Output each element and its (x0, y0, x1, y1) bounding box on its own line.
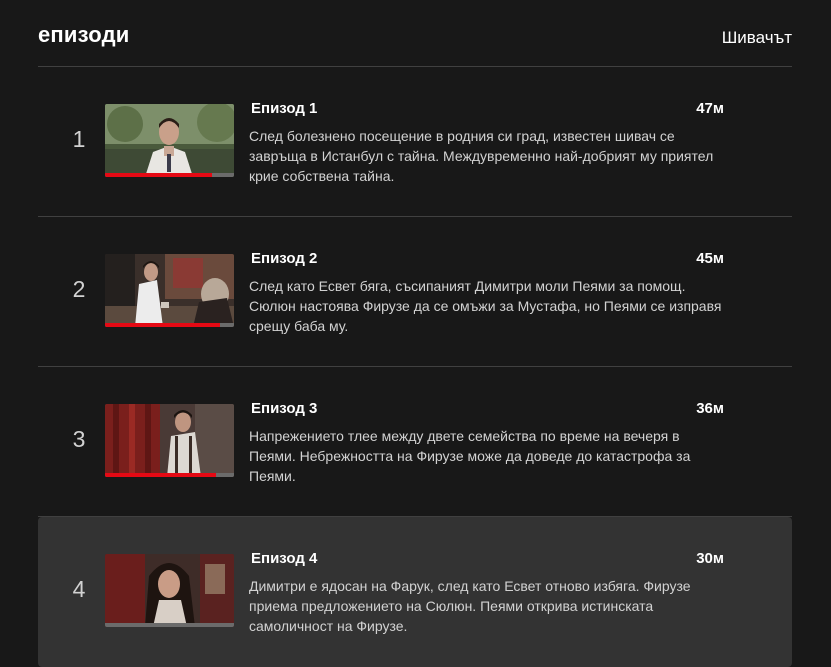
episode-progress-fill (105, 473, 216, 477)
episode-title: Епизод 2 (251, 250, 318, 267)
episode-4-image (105, 554, 234, 627)
episodes-header: епизоди Шивачът (38, 20, 792, 66)
episode-title: Епизод 3 (251, 400, 318, 417)
episodes-title: епизоди (38, 22, 130, 47)
episode-thumbnail[interactable] (105, 404, 234, 477)
episode-progress-track (105, 473, 234, 477)
episode-1-image (105, 104, 234, 177)
episode-item-3[interactable]: 3 Епизод 3 36м Напрежението тлее между д… (38, 367, 792, 517)
episode-description: Напрежението тлее между двете семейства … (249, 428, 691, 484)
episode-progress-track (105, 623, 234, 627)
episode-item-1[interactable]: 1 Епизод 1 47м След болезнено посещение … (38, 67, 792, 217)
episode-progress-fill (105, 173, 213, 177)
episode-3-image (105, 404, 234, 477)
show-name: Шивачът (721, 28, 792, 47)
episode-progress-track (105, 323, 234, 327)
episode-progress-track (105, 173, 234, 177)
episode-item-4[interactable]: 4 Епизод 4 30м Димитри е ядосан на Фарук… (38, 517, 792, 667)
episode-thumbnail[interactable] (105, 254, 234, 327)
episode-duration: 36м (696, 400, 724, 417)
episode-list: 1 Епизод 1 47м След болезнено посещение … (38, 67, 792, 667)
episode-description: След като Есвет бяга, съсипаният Димитри… (249, 278, 722, 334)
episode-thumbnail[interactable] (105, 104, 234, 177)
episode-duration: 45м (696, 250, 724, 267)
episode-duration: 47м (696, 100, 724, 117)
episode-description: След болезнено посещение в родния си гра… (249, 128, 714, 184)
episode-2-image (105, 254, 234, 327)
episode-title: Епизод 1 (251, 100, 318, 117)
episode-progress-fill (105, 323, 220, 327)
episode-title: Епизод 4 (251, 550, 318, 567)
episode-thumbnail[interactable] (105, 554, 234, 627)
episode-description: Димитри е ядосан на Фарук, след като Есв… (249, 578, 691, 634)
episode-item-2[interactable]: 2 Епизод 2 45м След като Есвет бяга, със… (38, 217, 792, 367)
episode-duration: 30м (696, 550, 724, 567)
